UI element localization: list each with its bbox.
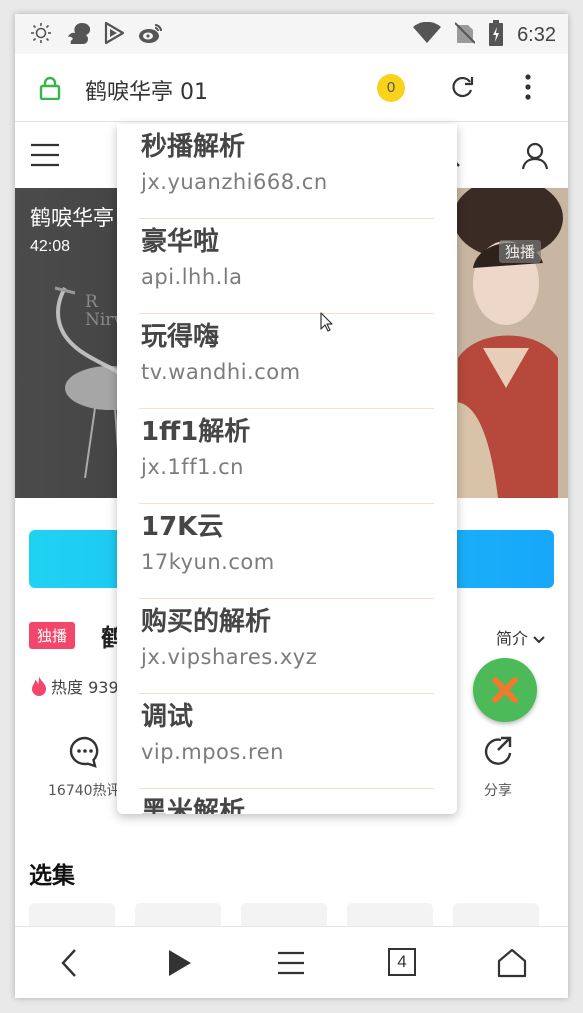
parser-option[interactable]: 黑米解析: [139, 789, 434, 814]
video-title: 鹤唳华亭: [30, 206, 114, 230]
close-fab[interactable]: [473, 658, 537, 722]
share-label[interactable]: 分享: [484, 780, 512, 800]
exclusive-watermark: 独播: [499, 240, 542, 263]
more-icon[interactable]: [524, 74, 532, 104]
parser-option[interactable]: 1ff1解析 jx.1ff1.cn: [139, 409, 434, 504]
parser-option[interactable]: 购买的解析 jx.vipshares.xyz: [139, 599, 434, 694]
intro-toggle[interactable]: 简介: [496, 625, 545, 649]
video-duration: 42:08: [30, 238, 71, 255]
chevron-down-icon: [533, 635, 545, 643]
no-sim-icon: [454, 21, 476, 49]
wifi-icon: [413, 21, 442, 48]
reload-icon[interactable]: [449, 74, 475, 104]
comment-icon[interactable]: [69, 736, 101, 772]
user-icon[interactable]: [521, 142, 549, 174]
status-bar: 6:32: [15, 14, 568, 54]
back-icon[interactable]: [59, 947, 79, 983]
parser-option[interactable]: 豪华啦 api.lhh.la: [139, 219, 434, 314]
mouse-cursor-icon: [320, 312, 334, 336]
clock: 6:32: [517, 23, 556, 46]
home-icon[interactable]: [497, 947, 527, 983]
bottom-nav: 4: [15, 926, 568, 998]
exclusive-badge: 独播: [29, 622, 76, 649]
parser-option[interactable]: 调试 vip.mpos.ren: [139, 694, 434, 789]
weibo-icon: [138, 22, 164, 48]
sun-icon: [30, 22, 52, 48]
lock-icon[interactable]: [39, 76, 61, 104]
play-icon[interactable]: [167, 947, 193, 983]
ad-block-badge[interactable]: 0: [377, 74, 405, 102]
poster-figure: [438, 188, 568, 498]
heat-indicator: 热度 939: [31, 674, 119, 698]
parser-dropdown: 秒播解析 jx.yuanzhi668.cn 豪华啦 api.lhh.la 玩得嗨…: [117, 124, 457, 814]
hamburger-icon[interactable]: [31, 143, 59, 171]
phone-screen: 6:32 鹤唳华亭 01 0 R Nirv 鹤唳华亭 42:08 独播 独播 鹤…: [15, 14, 568, 998]
parser-option[interactable]: 玩得嗨 tv.wandhi.com: [139, 314, 434, 409]
share-icon[interactable]: [482, 736, 514, 772]
parser-option[interactable]: 秒播解析 jx.yuanzhi668.cn: [139, 124, 434, 219]
heat-text: 热度 939: [51, 678, 119, 697]
parser-option[interactable]: 17K云 17kyun.com: [139, 504, 434, 599]
comment-count[interactable]: 16740热评: [48, 780, 121, 800]
episodes-heading: 选集: [29, 863, 75, 889]
page-title[interactable]: 鹤唳华亭 01: [85, 74, 208, 106]
close-icon: [492, 677, 518, 703]
play-store-icon: [102, 21, 126, 49]
tabs-button[interactable]: 4: [388, 948, 416, 976]
browser-toolbar: 鹤唳华亭 01 0: [15, 54, 568, 122]
flame-icon: [32, 676, 46, 696]
battery-icon: [489, 20, 504, 50]
squirrel-icon: [64, 21, 91, 49]
menu-icon[interactable]: [277, 947, 305, 983]
